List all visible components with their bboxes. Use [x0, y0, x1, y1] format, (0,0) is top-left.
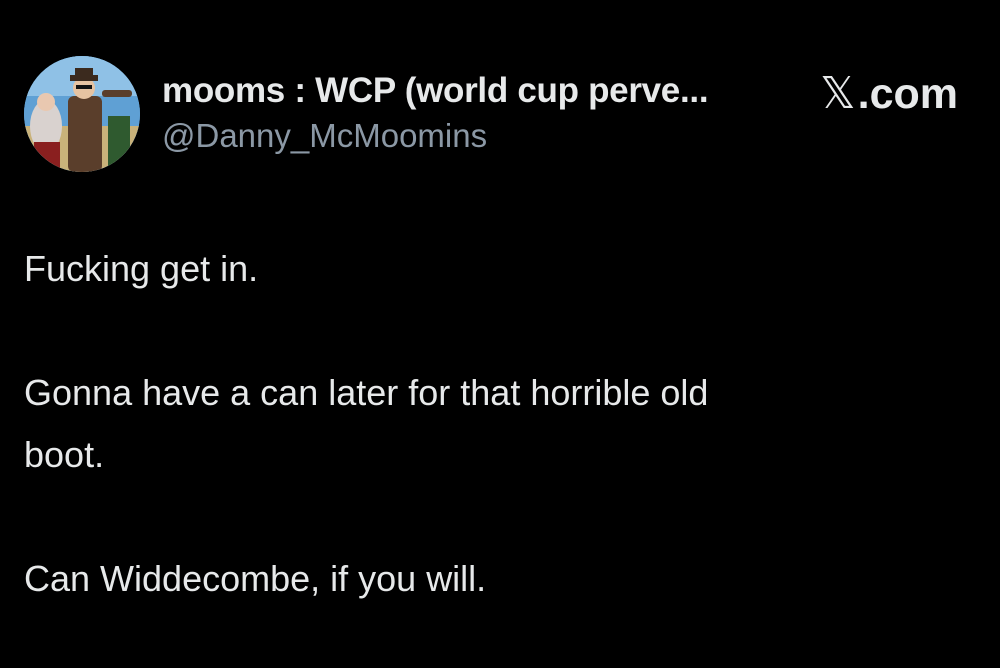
- tweet-text: Fucking get in. Gonna have a can later f…: [24, 238, 964, 610]
- brand-domain-text: .com: [857, 70, 958, 118]
- tweet-line: Can Widdecombe, if you will.: [24, 558, 487, 599]
- author-handle[interactable]: @Danny_McMoomins: [162, 116, 782, 156]
- tweet-line: Fucking get in.: [24, 248, 259, 289]
- x-logo-icon: 𝕏: [820, 68, 856, 119]
- author-names: mooms : WCP (world cup perve... @Danny_M…: [162, 70, 782, 156]
- tweet-line: Gonna have a can later for that horrible…: [24, 372, 709, 413]
- profile-photo-icon: [24, 56, 140, 172]
- avatar[interactable]: [24, 56, 140, 172]
- author-display-name[interactable]: mooms : WCP (world cup perve...: [162, 70, 782, 112]
- x-brand-watermark: 𝕏 .com: [820, 68, 958, 119]
- tweet-line: boot.: [24, 434, 105, 475]
- tweet-header: mooms : WCP (world cup perve... @Danny_M…: [24, 56, 976, 172]
